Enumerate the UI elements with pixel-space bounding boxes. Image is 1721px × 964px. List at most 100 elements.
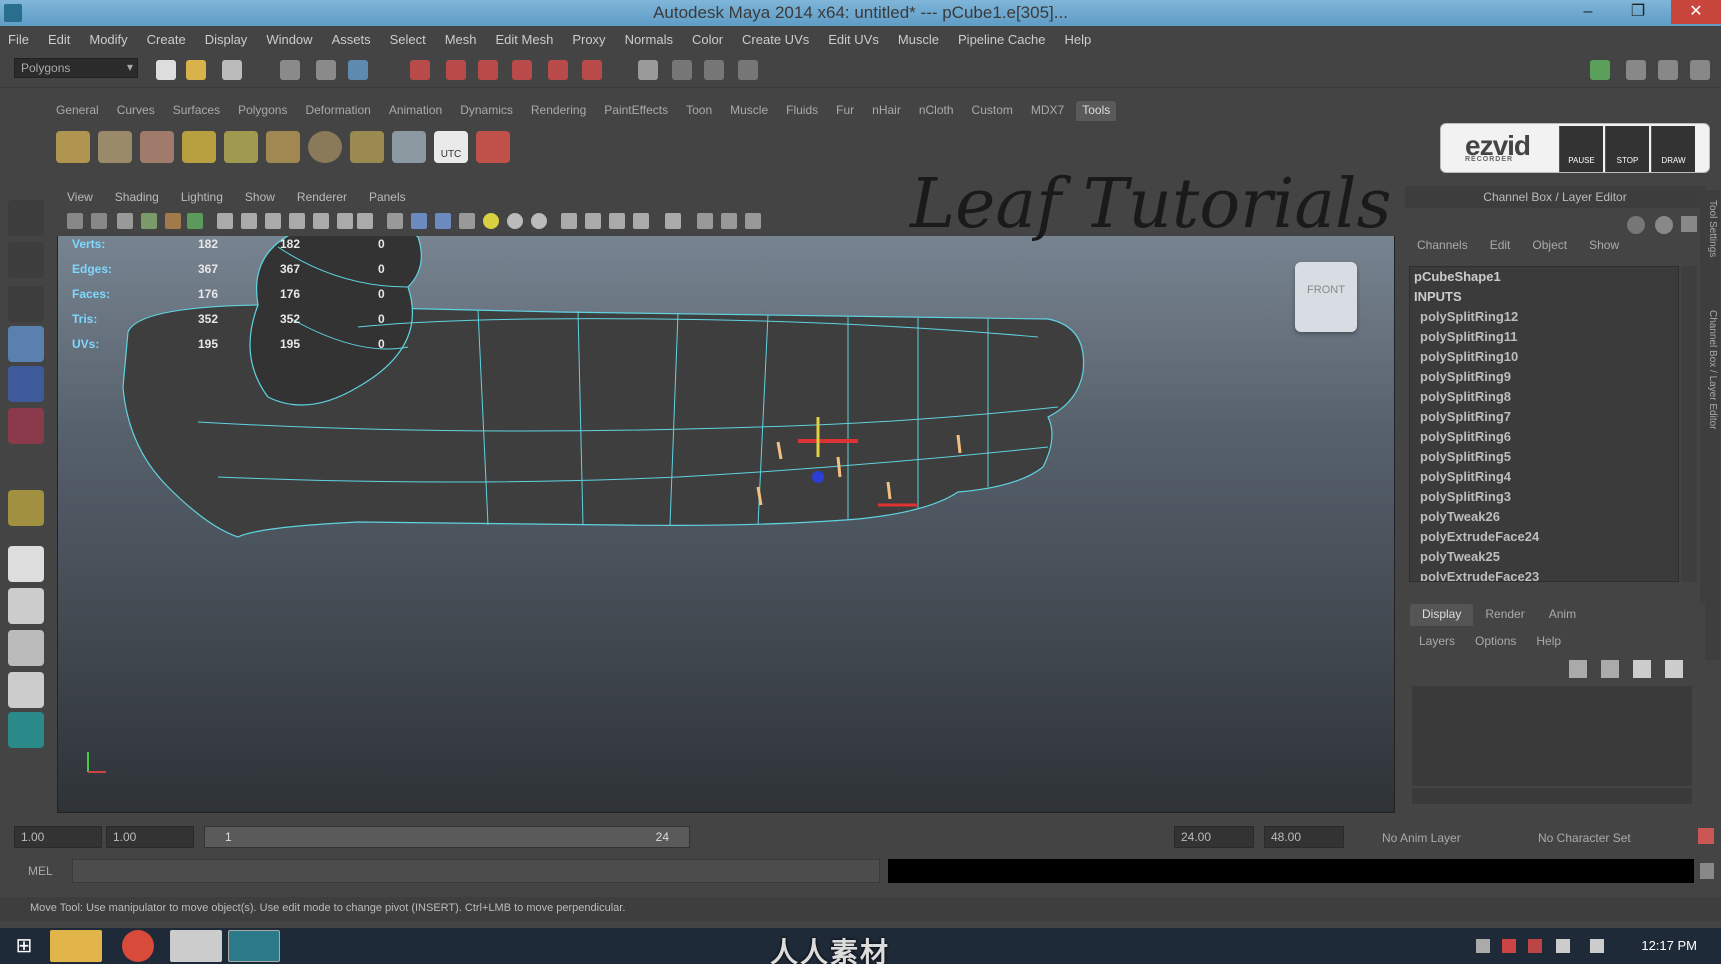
list-item[interactable]: polyExtrudeFace24	[1410, 527, 1678, 547]
viewport[interactable]: Verts: 182 182 0 Edges: 367 367 0 Faces:…	[57, 186, 1395, 813]
isolate-select-icon[interactable]	[313, 213, 329, 229]
shelf-tab-custom[interactable]: Custom	[966, 101, 1019, 121]
new-scene-icon[interactable]	[156, 60, 176, 80]
move-tool-icon[interactable]	[8, 326, 44, 362]
resolution-gate-icon[interactable]	[187, 213, 203, 229]
list-item[interactable]: polySplitRing4	[1410, 467, 1678, 487]
menu-edit[interactable]: Edit	[48, 32, 70, 47]
chrome-icon[interactable]	[122, 930, 154, 962]
shelf-tool-9-icon[interactable]	[392, 131, 426, 163]
last-tool-icon[interactable]	[8, 490, 44, 526]
shelf-tool-8-icon[interactable]	[350, 131, 384, 163]
mask-dynamics-icon[interactable]	[582, 60, 602, 80]
ezvid-draw-button[interactable]: DRAW	[1651, 126, 1695, 172]
list-item[interactable]: polySplitRing8	[1410, 387, 1678, 407]
menu-help[interactable]: Help	[1064, 32, 1091, 47]
safe-action-icon[interactable]	[265, 213, 281, 229]
menu-pipeline-cache[interactable]: Pipeline Cache	[958, 32, 1045, 47]
menu-modify[interactable]: Modify	[89, 32, 127, 47]
snap-point-icon[interactable]	[704, 60, 724, 80]
mask-handles-icon[interactable]	[410, 60, 430, 80]
select-by-component-icon[interactable]	[348, 60, 368, 80]
menu-create[interactable]: Create	[147, 32, 186, 47]
paint-select-tool-icon[interactable]	[8, 286, 44, 322]
tool-settings-tab[interactable]: Tool Settings	[1702, 200, 1718, 257]
render-view-icon[interactable]	[1590, 60, 1610, 80]
hypershade-icon[interactable]	[8, 712, 44, 748]
smooth-shade-icon[interactable]	[411, 213, 427, 229]
auto-key-icon[interactable]	[1698, 828, 1714, 844]
channel-box-scrollbar[interactable]	[1681, 266, 1697, 582]
snap-curve-icon[interactable]	[672, 60, 692, 80]
pencil-icon[interactable]	[1681, 216, 1697, 232]
cb-menu-show[interactable]: Show	[1589, 238, 1619, 260]
shelf-tool-5-icon[interactable]	[224, 131, 258, 163]
layer-menu-help[interactable]: Help	[1536, 634, 1561, 648]
shelf-tab-rendering[interactable]: Rendering	[525, 101, 592, 121]
list-item[interactable]: polyTweak25	[1410, 547, 1678, 567]
safe-title-icon[interactable]	[289, 213, 305, 229]
menu-window[interactable]: Window	[266, 32, 312, 47]
shelf-tab-general[interactable]: General	[50, 101, 105, 121]
shelf-tab-surfaces[interactable]: Surfaces	[167, 101, 226, 121]
textured-icon[interactable]	[435, 213, 451, 229]
panel-menu-view[interactable]: View	[67, 190, 93, 204]
shelf-tab-painteffects[interactable]: PaintEffects	[598, 101, 674, 121]
shelf-tool-1-icon[interactable]	[56, 131, 90, 163]
shelf-tab-tools[interactable]: Tools	[1076, 101, 1117, 121]
start-windows-icon[interactable]: ⊞	[4, 930, 44, 962]
frame-all-icon[interactable]	[721, 213, 737, 229]
mask-curves-icon[interactable]	[478, 60, 498, 80]
motion-blur-icon[interactable]	[561, 213, 577, 229]
channel-box-toggle-icon[interactable]	[1690, 60, 1710, 80]
ezvid-stop-button[interactable]: STOP	[1605, 126, 1649, 172]
layout-graph-icon[interactable]	[8, 672, 44, 708]
gate-mask-icon[interactable]	[217, 213, 233, 229]
select-by-object-icon[interactable]	[316, 60, 336, 80]
attribute-editor-icon[interactable]	[1626, 60, 1646, 80]
media-app-icon[interactable]	[170, 930, 222, 962]
xray-joints-icon[interactable]	[357, 213, 373, 229]
shelf-tab-deformation[interactable]: Deformation	[299, 101, 376, 121]
shelf-tab-curves[interactable]: Curves	[111, 101, 161, 121]
list-item[interactable]: polyExtrudeFace23	[1410, 567, 1678, 581]
menu-edit-mesh[interactable]: Edit Mesh	[496, 32, 554, 47]
layer-tab-anim[interactable]: Anim	[1537, 604, 1588, 626]
scale-tool-icon[interactable]	[8, 408, 44, 444]
rotate-tool-icon[interactable]	[8, 366, 44, 402]
character-set-dropdown[interactable]: No Character Set	[1538, 831, 1631, 845]
wireframe-icon[interactable]	[387, 213, 403, 229]
layer-menu-layers[interactable]: Layers	[1419, 634, 1455, 648]
camera-bookmark-icon[interactable]	[91, 213, 107, 229]
hud-toggle-icon[interactable]	[665, 213, 681, 229]
close-button[interactable]: ✕	[1671, 0, 1721, 24]
shelf-tool-2-icon[interactable]	[98, 131, 132, 163]
layout-outliner-icon[interactable]	[8, 630, 44, 666]
paint-tool-icon[interactable]	[476, 131, 510, 163]
move-layer-down-icon[interactable]	[1601, 660, 1619, 678]
pan-zoom-icon[interactable]	[745, 213, 761, 229]
shelf-tab-toon[interactable]: Toon	[680, 101, 718, 121]
volume-icon[interactable]	[1590, 939, 1604, 953]
mask-joints-icon[interactable]	[446, 60, 466, 80]
ezvid-pause-button[interactable]: PAUSE	[1559, 126, 1603, 172]
tool-settings-icon[interactable]	[1658, 60, 1678, 80]
layer-tab-render[interactable]: Render	[1473, 604, 1536, 626]
menu-muscle[interactable]: Muscle	[898, 32, 939, 47]
menu-display[interactable]: Display	[205, 32, 248, 47]
new-layer-icon[interactable]	[1633, 660, 1651, 678]
image-plane-icon[interactable]	[117, 213, 133, 229]
shelf-tab-fluids[interactable]: Fluids	[780, 101, 824, 121]
snap-view-plane-icon[interactable]	[738, 60, 758, 80]
list-item[interactable]: polySplitRing11	[1410, 327, 1678, 347]
shelf-tab-animation[interactable]: Animation	[383, 101, 448, 121]
move-layer-up-icon[interactable]	[1569, 660, 1587, 678]
list-item[interactable]: polySplitRing12	[1410, 307, 1678, 327]
lock-icon[interactable]	[1627, 216, 1645, 234]
tray-security-icon[interactable]	[1528, 939, 1542, 953]
shelf-tab-dynamics[interactable]: Dynamics	[454, 101, 519, 121]
default-light-icon[interactable]	[483, 213, 499, 229]
grid-toggle-icon[interactable]	[141, 213, 157, 229]
viewport-canvas[interactable]	[58, 187, 1395, 813]
menu-set-dropdown[interactable]: Polygons	[14, 58, 138, 78]
